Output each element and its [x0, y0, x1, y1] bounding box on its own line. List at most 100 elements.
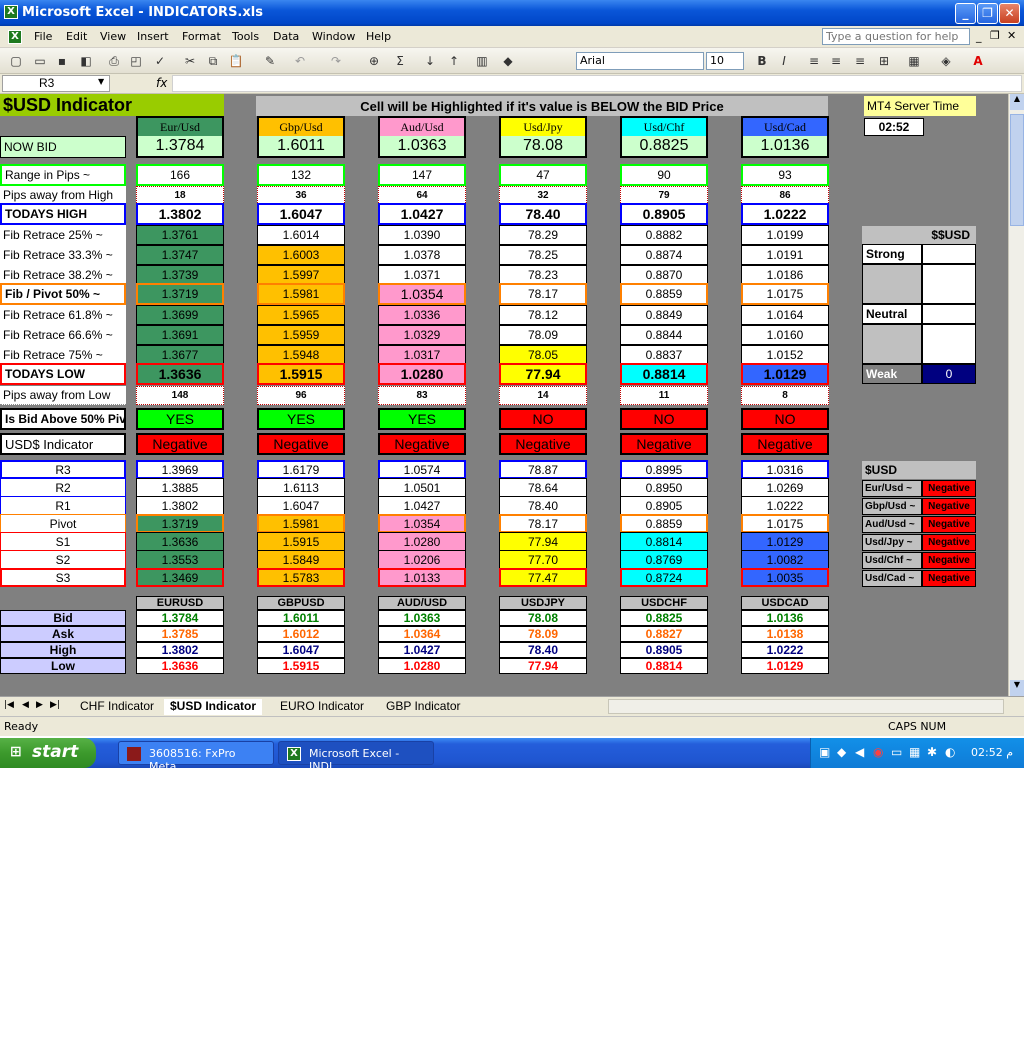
display-icon[interactable]: ▭	[891, 745, 902, 759]
usd-indicator-cell[interactable]: Negative	[741, 433, 829, 455]
range-cell[interactable]: 90	[620, 164, 708, 186]
fib25-cell[interactable]: 1.3761	[136, 225, 224, 245]
sort-ascending-icon[interactable]: ↓	[422, 53, 438, 69]
row-label-pivot[interactable]: Pivot	[0, 514, 126, 533]
undo-icon[interactable]: ↶	[292, 53, 308, 69]
row-label-fib25[interactable]: Fib Retrace 25% ~	[0, 225, 126, 245]
r1-cell[interactable]: 0.8905	[620, 496, 708, 515]
fib50-cell[interactable]: 1.0175	[741, 283, 829, 305]
sort-descending-icon[interactable]: ↑	[446, 53, 462, 69]
pair-header[interactable]: Aud/Usd	[378, 116, 466, 136]
todays-low-cell[interactable]: 77.94	[499, 363, 587, 385]
range-cell[interactable]: 93	[741, 164, 829, 186]
fib66-cell[interactable]: 1.0160	[741, 325, 829, 345]
font-name-select[interactable]: Arial	[576, 52, 704, 70]
todays-low-cell[interactable]: 1.0129	[741, 363, 829, 385]
quote-low-cell[interactable]: 1.0280	[378, 658, 466, 674]
above50-cell[interactable]: NO	[741, 408, 829, 430]
row-label-todays-low[interactable]: TODAYS LOW	[0, 363, 126, 385]
fib61-cell[interactable]: 1.0164	[741, 305, 829, 325]
ssusd-strong-value[interactable]	[922, 244, 976, 264]
fib33-cell[interactable]: 1.0191	[741, 245, 829, 265]
save-icon[interactable]: ▪	[54, 53, 70, 69]
row-label-range[interactable]: Range in Pips ~	[0, 164, 126, 186]
now-bid-cell[interactable]: 1.6011	[257, 136, 345, 158]
volume-icon[interactable]: ◀	[855, 745, 864, 759]
quote-header[interactable]: AUD/USD	[378, 596, 466, 610]
s2-cell[interactable]: 1.0206	[378, 550, 466, 569]
todays-low-cell[interactable]: 1.0280	[378, 363, 466, 385]
cut-icon[interactable]: ✂	[182, 53, 198, 69]
pips-low-cell[interactable]: 14	[499, 386, 587, 405]
fib38-cell[interactable]: 78.23	[499, 265, 587, 285]
messenger-icon[interactable]: ✱	[927, 745, 937, 759]
r3-cell[interactable]: 1.6179	[257, 460, 345, 479]
r2-cell[interactable]: 1.6113	[257, 478, 345, 497]
workbook-icon[interactable]: X	[8, 30, 22, 44]
usd-panel-pair[interactable]: Aud/Usd ~	[862, 516, 922, 533]
row-label-r1[interactable]: R1	[0, 496, 126, 515]
fib25-cell[interactable]: 78.29	[499, 225, 587, 245]
s3-cell[interactable]: 1.5783	[257, 568, 345, 587]
r2-cell[interactable]: 78.64	[499, 478, 587, 497]
quote-high-cell[interactable]: 1.0427	[378, 642, 466, 658]
s3-cell[interactable]: 1.0035	[741, 568, 829, 587]
above50-cell[interactable]: YES	[136, 408, 224, 430]
menu-file[interactable]: File	[34, 30, 52, 43]
pivot-cell[interactable]: 78.17	[499, 514, 587, 533]
s2-cell[interactable]: 1.3553	[136, 550, 224, 569]
now-bid-cell[interactable]: 0.8825	[620, 136, 708, 158]
now-bid-cell[interactable]: 1.0363	[378, 136, 466, 158]
hyperlink-icon[interactable]: ⊕	[366, 53, 382, 69]
quote-bid-cell[interactable]: 1.0363	[378, 610, 466, 626]
menu-format[interactable]: Format	[182, 30, 221, 43]
now-bid-cell[interactable]: 1.0136	[741, 136, 829, 158]
pivot-cell[interactable]: 1.3719	[136, 514, 224, 533]
spelling-icon[interactable]: ✓	[152, 53, 168, 69]
r1-cell[interactable]: 1.6047	[257, 496, 345, 515]
row-label-above50[interactable]: Is Bid Above 50% Piv	[0, 408, 126, 430]
ssusd-strong[interactable]: Strong	[862, 244, 922, 264]
print-icon[interactable]: ⎙	[106, 53, 122, 69]
drawing-icon[interactable]: ◆	[500, 53, 516, 69]
now-bid-cell[interactable]: 78.08	[499, 136, 587, 158]
close-button[interactable]: ✕	[999, 3, 1020, 24]
fib75-cell[interactable]: 1.3677	[136, 345, 224, 365]
quote-header[interactable]: USDCHF	[620, 596, 708, 610]
network-icon[interactable]: ▣	[819, 745, 830, 759]
usd-panel-value[interactable]: Negative	[922, 552, 976, 569]
todays-high-cell[interactable]: 0.8905	[620, 203, 708, 225]
menu-data[interactable]: Data	[273, 30, 299, 43]
fib61-cell[interactable]: 1.3699	[136, 305, 224, 325]
tab-gbp-indicator[interactable]: GBP Indicator	[380, 699, 466, 715]
quote-high-cell[interactable]: 1.6047	[257, 642, 345, 658]
fib38-cell[interactable]: 1.0371	[378, 265, 466, 285]
pair-header[interactable]: Eur/Usd	[136, 116, 224, 136]
fib33-cell[interactable]: 1.3747	[136, 245, 224, 265]
ssusd-spacer-1-value[interactable]	[922, 264, 976, 304]
fib61-cell[interactable]: 78.12	[499, 305, 587, 325]
quote-ask-cell[interactable]: 1.6012	[257, 626, 345, 642]
menu-help[interactable]: Help	[366, 30, 391, 43]
quote-label[interactable]: Ask	[0, 626, 126, 642]
s3-cell[interactable]: 0.8724	[620, 568, 708, 587]
ssusd-neutral[interactable]: Neutral	[862, 304, 922, 324]
usd-panel-value[interactable]: Negative	[922, 516, 976, 533]
usd-panel-title[interactable]: $USD	[862, 461, 976, 479]
quote-header[interactable]: GBPUSD	[257, 596, 345, 610]
fib25-cell[interactable]: 0.8882	[620, 225, 708, 245]
menu-edit[interactable]: Edit	[66, 30, 87, 43]
todays-high-cell[interactable]: 1.0427	[378, 203, 466, 225]
fib75-cell[interactable]: 1.0152	[741, 345, 829, 365]
pivot-cell[interactable]: 0.8859	[620, 514, 708, 533]
permission-icon[interactable]: ◧	[78, 53, 94, 69]
paste-icon[interactable]: 📋	[228, 53, 244, 69]
menu-window[interactable]: Window	[312, 30, 355, 43]
chart-wizard-icon[interactable]: ▥	[474, 53, 490, 69]
fib66-cell[interactable]: 1.5959	[257, 325, 345, 345]
worksheet[interactable]: $USD Indicator Cell will be Highlighted i…	[0, 94, 1008, 696]
prev-sheet-icon[interactable]: ◀	[22, 700, 29, 710]
pivot-cell[interactable]: 1.0354	[378, 514, 466, 533]
quote-high-cell[interactable]: 78.40	[499, 642, 587, 658]
new-icon[interactable]: ▢	[8, 53, 24, 69]
